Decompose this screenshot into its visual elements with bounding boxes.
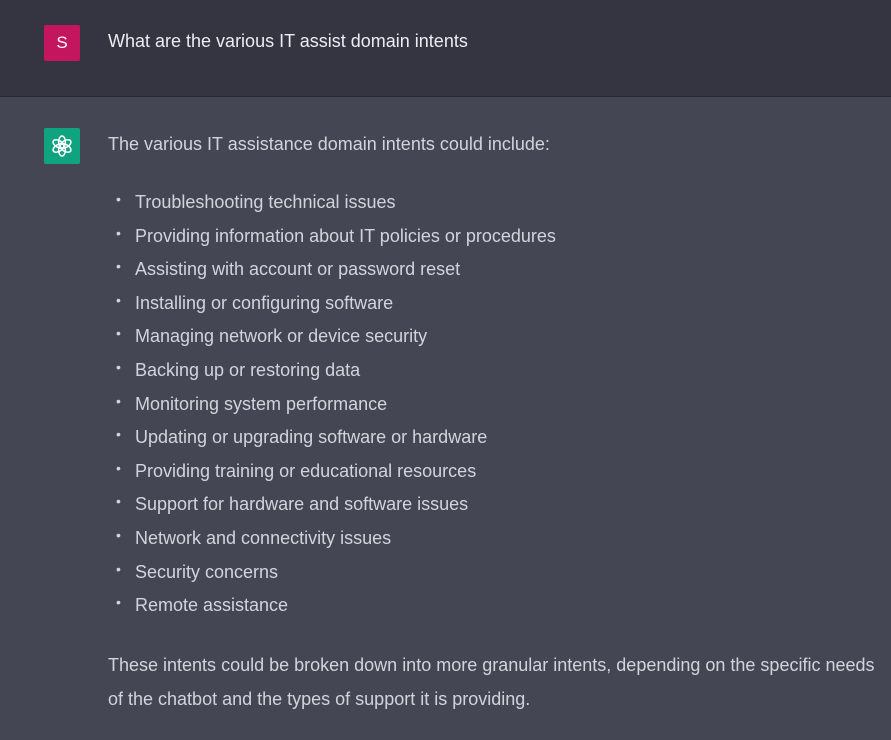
user-message-row: S What are the various IT assist domain … — [0, 0, 891, 97]
user-avatar: S — [44, 25, 80, 61]
bullet-icon: • — [116, 594, 121, 611]
list-item-text: Monitoring system performance — [135, 393, 388, 414]
list-item-text: Support for hardware and software issues — [135, 494, 469, 515]
bullet-icon: • — [116, 191, 121, 207]
openai-logo-icon — [52, 135, 72, 157]
list-item-text: Providing training or educational resour… — [135, 460, 477, 481]
list-item-text: Updating or upgrading software or hardwa… — [135, 427, 488, 448]
list-item-text: Troubleshooting technical issues — [135, 192, 396, 212]
list-item-text: Assisting with account or password reset — [135, 259, 461, 280]
bullet-icon: • — [116, 258, 121, 275]
list-item-text: Remote assistance — [135, 595, 289, 616]
list-item-text: Backing up or restoring data — [135, 359, 361, 380]
bullet-icon: • — [116, 493, 121, 510]
bullet-icon: • — [116, 224, 121, 241]
bullet-icon: • — [116, 426, 121, 443]
assistant-message-row: The various IT assistance domain intents… — [0, 97, 891, 740]
assistant-closing-text: These intents could be broken down into … — [108, 655, 875, 709]
user-message-text: What are the various IT assist domain in… — [108, 31, 468, 51]
bullet-icon: • — [116, 526, 121, 543]
list-item-text: Network and connectivity issues — [135, 527, 392, 548]
bullet-icon: • — [116, 358, 121, 375]
assistant-intro-text: The various IT assistance domain intents… — [108, 134, 550, 154]
bullet-icon: • — [116, 392, 121, 409]
bullet-icon: • — [116, 560, 121, 577]
bullet-icon: • — [116, 291, 121, 308]
list-item-text: Providing information about IT policies … — [135, 225, 556, 246]
bullet-icon: • — [116, 459, 121, 476]
assistant-avatar — [44, 128, 80, 164]
bullet-icon: • — [116, 325, 121, 342]
list-item-text: Installing or configuring software — [135, 292, 394, 313]
list-item-text: Managing network or device security — [135, 326, 428, 347]
list-item-text: Security concerns — [135, 561, 279, 582]
